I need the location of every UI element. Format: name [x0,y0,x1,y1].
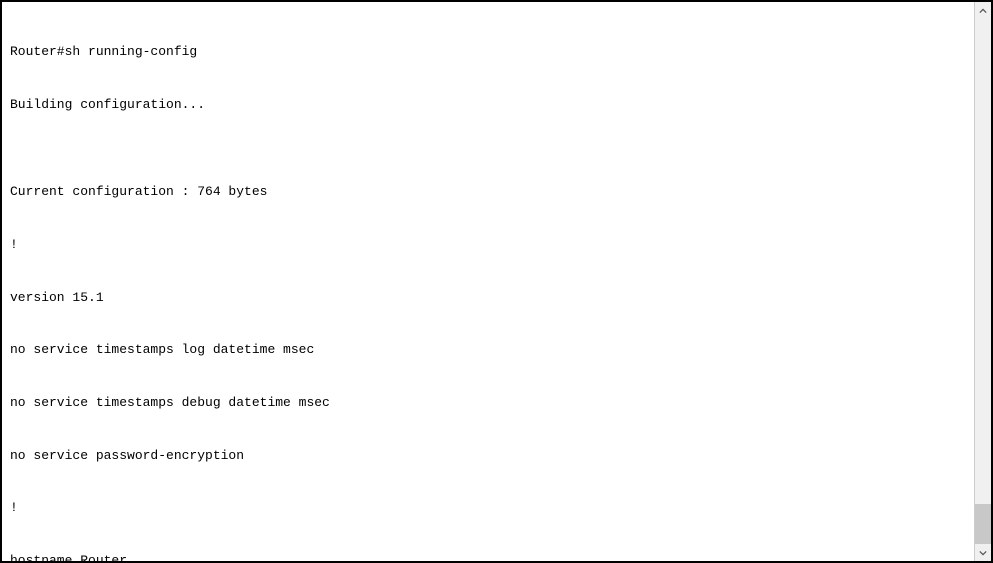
terminal-line: hostname Router [10,552,966,561]
terminal-line: ! [10,499,966,517]
chevron-up-icon [979,7,987,15]
terminal-line: version 15.1 [10,289,966,307]
terminal-line: Router#sh running-config [10,43,966,61]
terminal-line: no service password-encryption [10,447,966,465]
chevron-down-icon [979,549,987,557]
scroll-up-button[interactable] [975,2,991,19]
terminal-output[interactable]: Router#sh running-config Building config… [2,2,974,561]
scroll-thumb[interactable] [975,504,991,544]
terminal-window: Router#sh running-config Building config… [0,0,993,563]
terminal-line: ! [10,236,966,254]
terminal-line: no service timestamps log datetime msec [10,341,966,359]
scroll-down-button[interactable] [975,544,991,561]
terminal-line: no service timestamps debug datetime mse… [10,394,966,412]
scroll-track[interactable] [975,19,991,544]
terminal-line: Building configuration... [10,96,966,114]
terminal-line: Current configuration : 764 bytes [10,183,966,201]
vertical-scrollbar[interactable] [974,2,991,561]
